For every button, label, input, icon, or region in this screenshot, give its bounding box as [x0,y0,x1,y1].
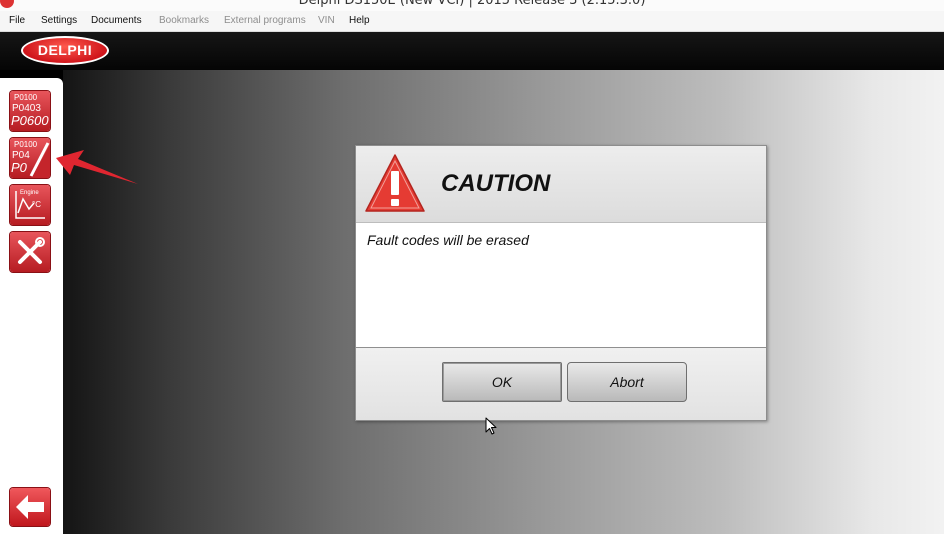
read-code-1: P0100 [14,93,38,102]
menu-documents[interactable]: Documents [91,15,142,26]
fault-codes-erase-icon: P0100 P04 P0 [11,140,50,178]
menu-external-programs[interactable]: External programs [224,15,306,26]
menu-bar: File Settings Documents Bookmarks Extern… [0,11,944,32]
fault-codes-read-icon: P0100 P0403 P0600 [11,93,49,128]
tools-icon [18,237,45,264]
window-title-bar: Delphi DS150E (New VCI) | 2015 Release 3… [0,0,944,11]
eraser-wedge [32,144,50,178]
back-arrow-icon [16,495,44,519]
dialog-body: Fault codes will be erased [356,223,766,348]
tools-button[interactable] [10,232,50,272]
delphi-logo: DELPHI [21,36,109,65]
read-code-3: P0600 [11,113,49,128]
menu-settings[interactable]: Settings [41,15,77,26]
caution-dialog: CAUTION Fault codes will be erased OK Ab… [355,145,767,421]
erase-code-3: P0 [11,160,28,175]
live-data-button[interactable]: Engine °C [10,185,50,225]
live-data-icon: Engine °C [15,190,45,219]
dialog-title: CAUTION [441,170,551,197]
menu-bookmarks[interactable]: Bookmarks [159,15,209,26]
window-title: Delphi DS150E (New VCI) | 2015 Release 3… [298,0,646,8]
live-data-label: Engine [20,190,39,196]
erase-fault-codes-button[interactable]: P0100 P04 P0 [10,138,50,178]
ok-button[interactable]: OK [442,362,562,402]
warning-icon [365,154,425,212]
menu-vin[interactable]: VIN [318,15,335,26]
menu-help[interactable]: Help [349,15,370,26]
annotation-arrow-icon [56,150,138,184]
back-button[interactable] [10,488,50,526]
menu-file[interactable]: File [9,15,25,26]
erase-code-1: P0100 [14,140,38,149]
dialog-message: Fault codes will be erased [367,232,529,248]
read-fault-codes-button[interactable]: P0100 P0403 P0600 [10,91,50,131]
app-header [0,32,944,70]
mouse-cursor-icon [485,417,497,435]
dialog-footer: OK Abort [356,348,766,420]
dialog-header: CAUTION [356,146,766,223]
live-data-unit: °C [32,200,41,209]
abort-button[interactable]: Abort [567,362,687,402]
